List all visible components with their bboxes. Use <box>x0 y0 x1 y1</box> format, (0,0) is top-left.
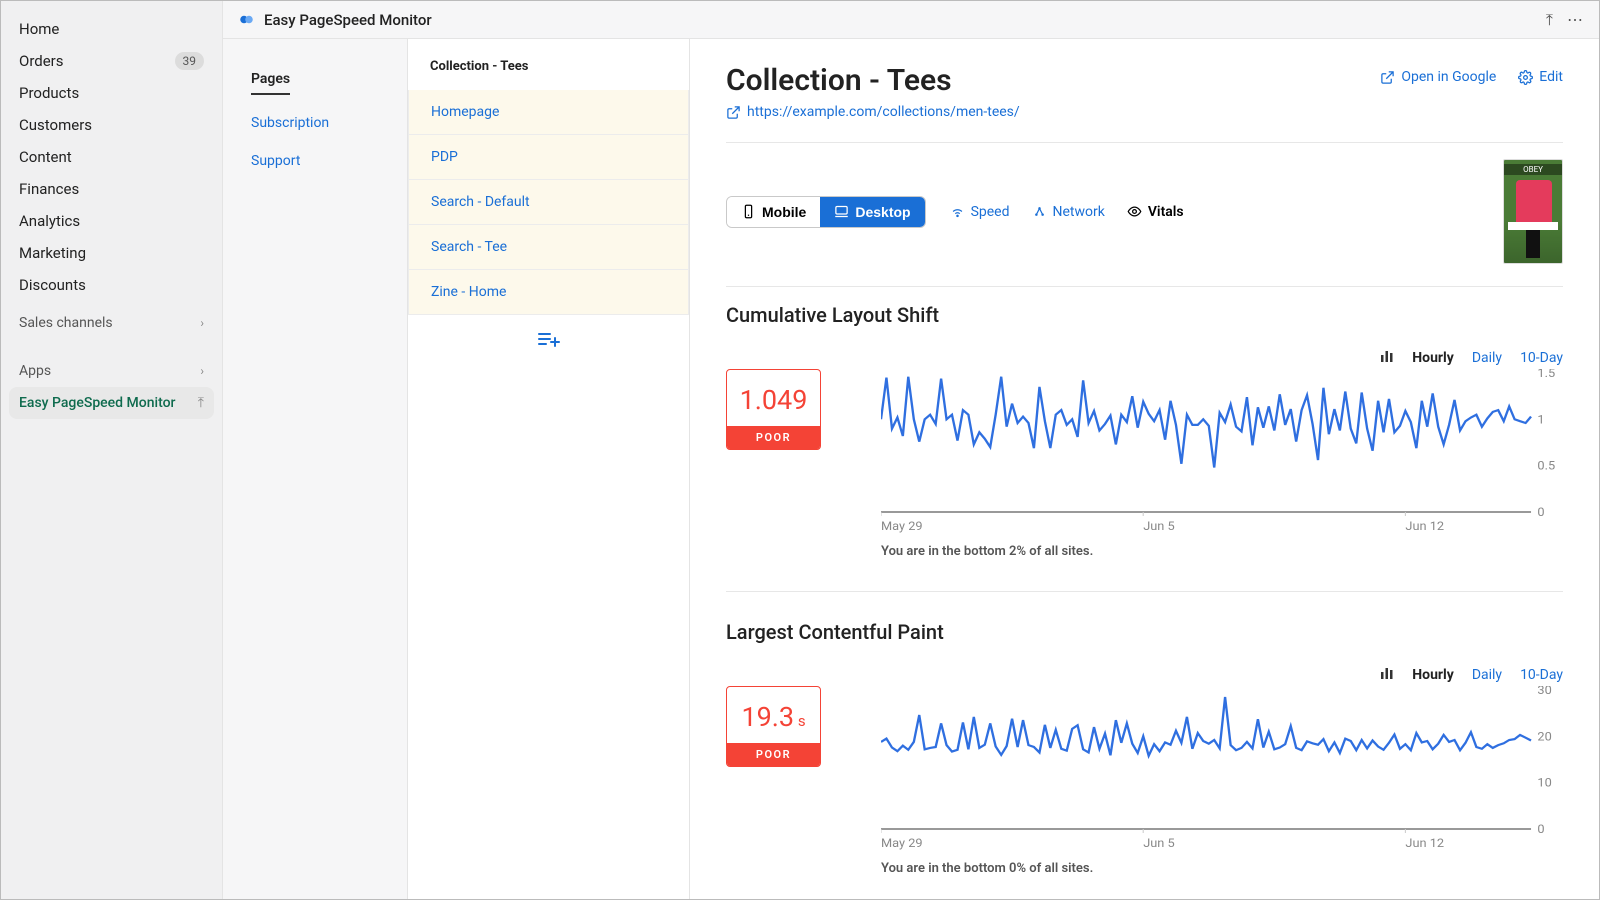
svg-text:1: 1 <box>1537 413 1544 428</box>
sidebar-app-easy-pagespeed[interactable]: Easy PageSpeed Monitor⤒ <box>9 387 214 419</box>
sidebar-link-subscription[interactable]: Subscription <box>251 115 379 131</box>
time-10day[interactable]: 10-Day <box>1520 350 1563 366</box>
nav-content[interactable]: Content <box>1 141 222 173</box>
metric-lcp-title: Largest Contentful Paint <box>726 620 1563 644</box>
score-status-lcp: POOR <box>727 743 820 766</box>
nav-discounts[interactable]: Discounts <box>1 269 222 301</box>
app-title: Easy PageSpeed Monitor <box>264 11 432 29</box>
page-list: Collection - Tees Homepage PDP Search - … <box>407 39 689 899</box>
tab-speed[interactable]: Speed <box>950 204 1010 220</box>
tab-vitals[interactable]: Vitals <box>1127 204 1184 220</box>
svg-text:Jun 5: Jun 5 <box>1143 836 1175 851</box>
page-list-item-search-tee[interactable]: Search - Tee <box>408 225 689 270</box>
time-daily[interactable]: Daily <box>1472 667 1502 683</box>
svg-text:Jun 5: Jun 5 <box>1143 519 1175 534</box>
nav-orders[interactable]: Orders39 <box>1 45 222 77</box>
chart-cls: 0 0.5 1 1.5 May 29 Jun 5 Jun 12 <box>881 369 1563 534</box>
device-desktop-button[interactable]: Desktop <box>820 197 924 227</box>
chart-cls-caption: You are in the bottom 2% of all sites. <box>881 544 1563 559</box>
device-mobile-button[interactable]: Mobile <box>727 197 820 227</box>
page-thumbnail[interactable] <box>1503 159 1563 264</box>
apps-header[interactable]: Apps› <box>1 349 222 379</box>
svg-text:May 29: May 29 <box>881 519 923 534</box>
bar-chart-icon[interactable] <box>1380 349 1394 367</box>
svg-text:1.5: 1.5 <box>1537 369 1555 381</box>
open-in-google-link[interactable]: Open in Google <box>1380 69 1496 85</box>
app-sidebar-heading: Pages <box>251 71 290 95</box>
time-hourly[interactable]: Hourly <box>1412 667 1454 683</box>
svg-text:20: 20 <box>1537 730 1551 745</box>
svg-text:0: 0 <box>1537 822 1544 837</box>
metric-cls-title: Cumulative Layout Shift <box>726 303 1563 327</box>
external-link-icon <box>726 105 741 120</box>
view-tabs: Speed Network Vitals <box>950 204 1184 220</box>
app-sidebar: Pages Subscription Support <box>223 39 407 899</box>
svg-text:0.5: 0.5 <box>1537 459 1555 474</box>
nav-customers[interactable]: Customers <box>1 109 222 141</box>
admin-sidebar: Home Orders39 Products Customers Content… <box>1 1 223 899</box>
add-page-button[interactable] <box>408 315 689 368</box>
svg-text:0: 0 <box>1537 505 1544 520</box>
score-value-cls: 1.049 <box>727 370 820 426</box>
nav-home[interactable]: Home <box>1 13 222 45</box>
mobile-icon <box>741 204 756 219</box>
time-daily[interactable]: Daily <box>1472 350 1502 366</box>
bar-chart-icon[interactable] <box>1380 666 1394 684</box>
gear-icon <box>1518 70 1533 85</box>
nav-marketing[interactable]: Marketing <box>1 237 222 269</box>
page-list-item-zine-home[interactable]: Zine - Home <box>408 270 689 315</box>
content: Collection - Tees https://example.com/co… <box>689 39 1599 899</box>
score-card-cls: 1.049 POOR <box>726 369 821 450</box>
wifi-icon <box>950 204 965 219</box>
score-card-lcp: 19.3 s POOR <box>726 686 821 767</box>
svg-text:10: 10 <box>1537 776 1551 791</box>
more-icon[interactable]: ⋯ <box>1567 10 1583 30</box>
svg-text:Jun 12: Jun 12 <box>1405 836 1444 851</box>
svg-text:Jun 12: Jun 12 <box>1405 519 1444 534</box>
external-link-icon <box>1380 70 1395 85</box>
svg-text:May 29: May 29 <box>881 836 923 851</box>
chevron-right-icon: › <box>200 364 204 378</box>
nav-products[interactable]: Products <box>1 77 222 109</box>
topbar: Easy PageSpeed Monitor ⤒ ⋯ <box>223 1 1599 39</box>
network-icon <box>1032 204 1047 219</box>
edit-link[interactable]: Edit <box>1518 69 1563 85</box>
tab-network[interactable]: Network <box>1032 204 1105 220</box>
page-list-item-pdp[interactable]: PDP <box>408 135 689 180</box>
sales-channels-header[interactable]: Sales channels› <box>1 301 222 331</box>
page-url-link[interactable]: https://example.com/collections/men-tees… <box>726 104 1020 120</box>
page-list-item-search-default[interactable]: Search - Default <box>408 180 689 225</box>
nav-analytics[interactable]: Analytics <box>1 205 222 237</box>
chevron-right-icon: › <box>200 316 204 330</box>
sidebar-link-support[interactable]: Support <box>251 153 379 169</box>
page-list-heading: Collection - Tees <box>408 59 689 90</box>
score-status-cls: POOR <box>727 426 820 449</box>
page-list-item-homepage[interactable]: Homepage <box>408 90 689 135</box>
nav-finances[interactable]: Finances <box>1 173 222 205</box>
app-logo-icon <box>239 12 254 27</box>
score-value-lcp: 19.3 s <box>727 687 820 743</box>
svg-text:30: 30 <box>1537 686 1551 698</box>
metric-lcp: Largest Contentful Paint Hourly Daily 10… <box>726 620 1563 876</box>
metric-cls: Cumulative Layout Shift Hourly Daily 10-… <box>726 303 1563 559</box>
desktop-icon <box>834 204 849 219</box>
page-title: Collection - Tees <box>726 63 1020 98</box>
time-hourly[interactable]: Hourly <box>1412 350 1454 366</box>
device-segment: Mobile Desktop <box>726 196 926 228</box>
chart-lcp: 0 10 20 30 May 29 Jun 5 Jun 12 <box>881 686 1563 851</box>
pin-icon[interactable]: ⤒ <box>1546 10 1553 30</box>
chart-lcp-caption: You are in the bottom 0% of all sites. <box>881 861 1563 876</box>
orders-badge: 39 <box>175 52 205 70</box>
eye-icon <box>1127 204 1142 219</box>
time-10day[interactable]: 10-Day <box>1520 667 1563 683</box>
pin-icon[interactable]: ⤒ <box>198 395 204 411</box>
